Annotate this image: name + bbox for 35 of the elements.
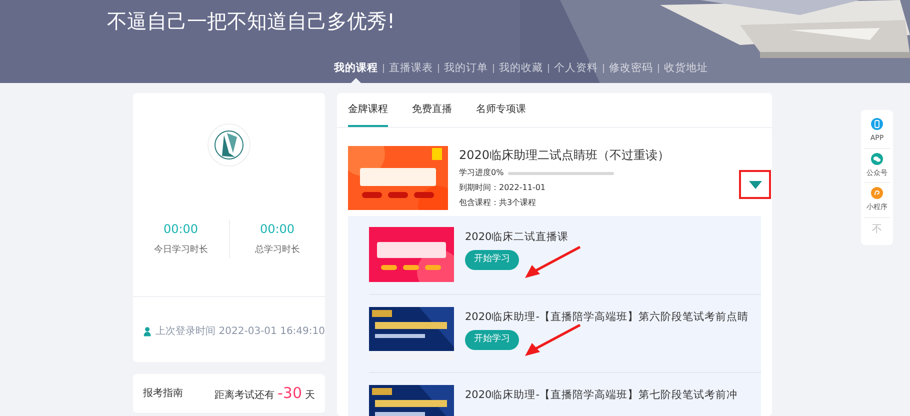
nav-link[interactable]: 我的课程	[334, 62, 378, 74]
start-button[interactable]: 开始学习	[465, 330, 519, 350]
pointer-icon	[351, 78, 361, 83]
lesson-title: 2020临床二试直播课	[465, 230, 570, 245]
guide-title: 报考指南	[143, 386, 183, 401]
lesson-title: 2020临床助理-【直播陪学高端班】第六阶段笔试考前点睛	[465, 310, 750, 325]
countdown-label: 距离考试还有	[214, 388, 274, 404]
avatar	[207, 123, 251, 167]
last-login-text: 上次登录时间 2022-03-01 16:49:10	[156, 324, 325, 338]
stat-value: 00:00	[163, 221, 198, 238]
nav-link[interactable]: 我的订单	[444, 62, 488, 74]
lesson-title: 2020临床助理-【直播陪学高端班】第七阶段笔试考前冲	[465, 388, 739, 403]
nav-link[interactable]: 直播课表	[389, 62, 433, 74]
course-tab[interactable]: 金牌课程	[348, 102, 388, 127]
nav-link[interactable]: 我的收藏	[499, 62, 543, 74]
stat-label: 总学习时长	[254, 244, 300, 257]
expiry-date: 到期时间：2022-11-01	[459, 182, 546, 194]
start-button[interactable]: 开始学习	[465, 250, 519, 270]
nav-link[interactable]: 修改密码	[609, 62, 653, 74]
stat-value: 00:00	[260, 221, 295, 238]
banner-slogan: 不逼自己一把不知道自己多优秀!	[107, 8, 396, 35]
progress-label: 学习进度0%	[459, 167, 504, 179]
course-tab[interactable]: 免费直播	[412, 102, 452, 127]
stat-label: 今日学习时长	[154, 244, 208, 257]
expand-toggle[interactable]	[739, 170, 771, 199]
nav-link[interactable]: 收货地址	[664, 62, 708, 74]
countdown-days: -30	[278, 382, 302, 405]
nav-link[interactable]: 个人资料	[554, 62, 598, 74]
course-title: 2020临床助理二试点睛班（不过重读）	[459, 148, 670, 163]
course-tab[interactable]: 名师专项课	[476, 102, 526, 127]
countdown-unit: 天	[305, 389, 315, 404]
triangle-icon	[748, 180, 762, 188]
user-icon	[143, 326, 152, 336]
side-tool[interactable]: 不	[864, 218, 890, 240]
course-count: 包含课程：共3个课程	[459, 197, 538, 209]
